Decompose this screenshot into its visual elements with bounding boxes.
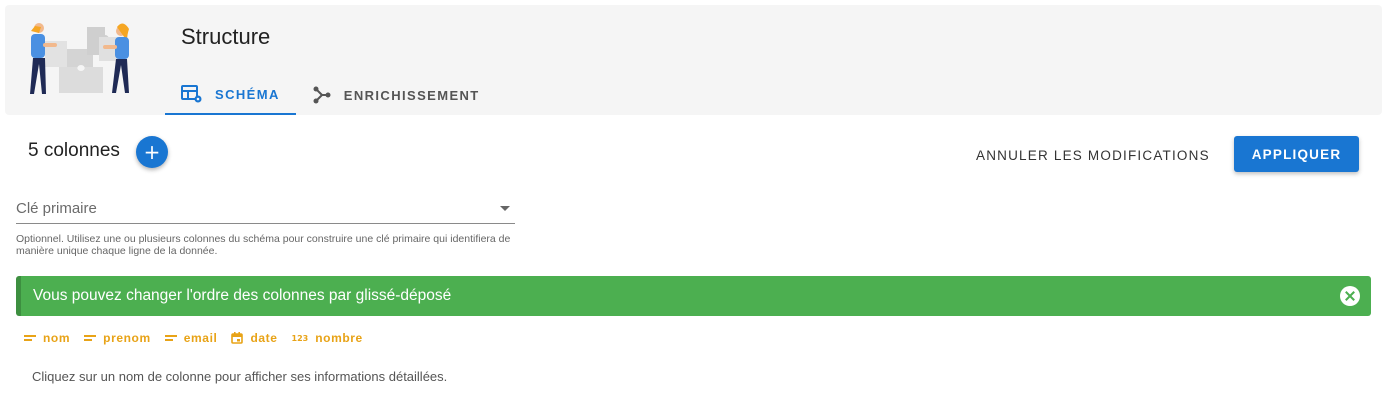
page-header: Structure SCHÉMA ENRICHISSEMENT [5, 5, 1382, 115]
primary-key-select[interactable]: Clé primaire [16, 190, 515, 224]
column-chip-date[interactable]: date [227, 329, 281, 347]
calendar-icon [231, 332, 244, 344]
primary-key-hint: Optionnel. Utilisez une ou plusieurs col… [16, 233, 511, 257]
text-type-icon [164, 334, 177, 342]
tab-schema[interactable]: SCHÉMA [165, 75, 296, 115]
graph-nodes-icon [313, 86, 331, 104]
apply-button[interactable]: APPLIQUER [1234, 136, 1359, 172]
column-chip-label: email [183, 331, 218, 345]
column-chip-nom[interactable]: nom [20, 329, 74, 347]
tab-schema-label: SCHÉMA [215, 86, 280, 102]
close-icon[interactable] [1340, 286, 1360, 306]
column-chip-label: prenom [103, 331, 151, 345]
puzzle-illustration [30, 23, 129, 94]
tab-enrichissement-label: ENRICHISSEMENT [343, 87, 480, 103]
text-type-icon [24, 334, 36, 342]
column-info-hint: Cliquez sur un nom de colonne pour affic… [32, 369, 448, 384]
reorder-alert: Vous pouvez changer l'ordre des colonnes… [16, 276, 1371, 316]
column-chip-prenom[interactable]: prenom [80, 329, 155, 347]
text-type-icon [84, 334, 97, 342]
columns-count: 5 colonnes [28, 140, 120, 161]
primary-key-label: Clé primaire [16, 200, 97, 217]
column-chip-nombre[interactable]: 123 nombre [288, 329, 367, 347]
column-chip-label: date [250, 331, 278, 345]
dropdown-arrow-icon [500, 206, 510, 211]
column-chip-label: nom [43, 331, 71, 345]
column-chip-email[interactable]: email [161, 329, 222, 347]
table-settings-icon [181, 85, 202, 103]
column-chip-label: nombre [315, 331, 363, 345]
tab-bar: SCHÉMA ENRICHISSEMENT [165, 75, 496, 115]
alert-message: Vous pouvez changer l'ordre des colonnes… [33, 287, 452, 304]
column-list: nom prenom email date 123 nombre [20, 329, 367, 347]
cancel-changes-button[interactable]: ANNULER LES MODIFICATIONS [962, 137, 1224, 173]
tab-enrichissement[interactable]: ENRICHISSEMENT [296, 75, 496, 115]
page-title: Structure [181, 24, 271, 49]
add-column-button[interactable]: + [136, 136, 168, 168]
number-type-icon: 123 [291, 333, 309, 343]
